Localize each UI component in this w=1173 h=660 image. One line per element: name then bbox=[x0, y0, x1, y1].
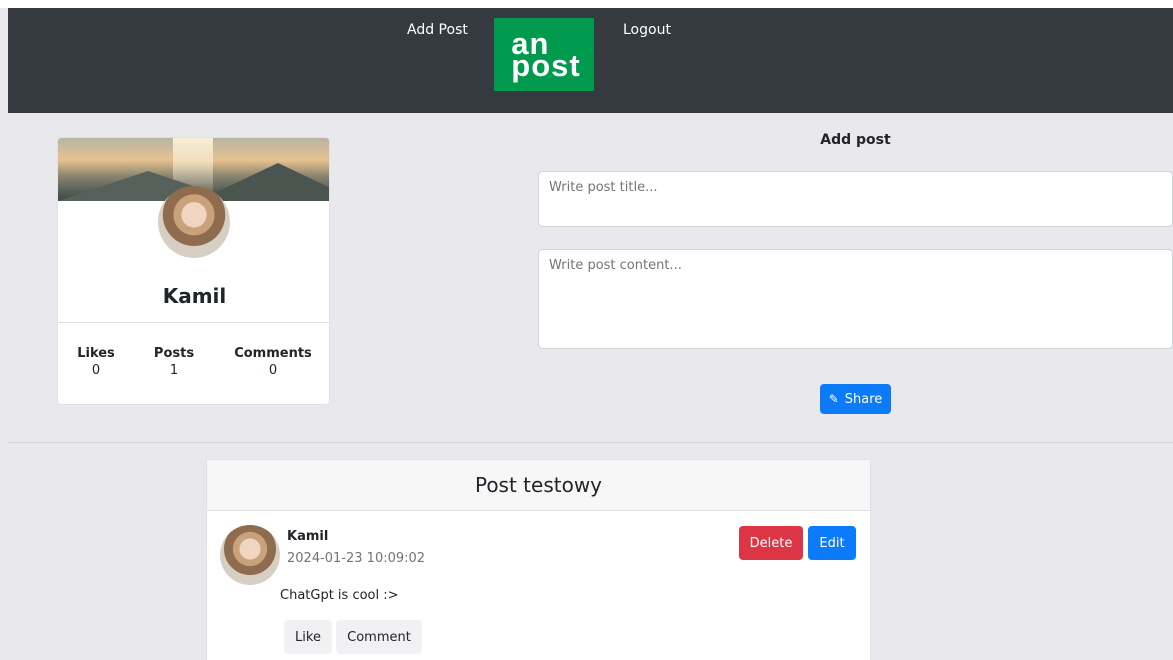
pencil-icon: ✎ bbox=[828, 392, 839, 406]
delete-post-button[interactable]: Delete bbox=[739, 526, 803, 560]
profile-card: Kamil Likes 0 Posts 1 Comments 0 bbox=[57, 137, 330, 405]
stat-comments: Comments 0 bbox=[230, 346, 316, 378]
post-author-avatar bbox=[220, 525, 280, 585]
post-body: ChatGpt is cool :> bbox=[280, 588, 399, 603]
stat-posts: Posts 1 bbox=[148, 346, 200, 378]
post-title-input[interactable] bbox=[538, 171, 1173, 227]
add-post-heading: Add post bbox=[820, 132, 891, 148]
stat-likes-value: 0 bbox=[91, 363, 101, 378]
nav-logout-link[interactable]: Logout bbox=[623, 22, 671, 38]
section-divider bbox=[8, 442, 1173, 443]
stat-comments-label: Comments bbox=[234, 346, 312, 361]
window-top-strip bbox=[0, 0, 1173, 8]
share-label: Share bbox=[844, 391, 883, 407]
top-navbar: Add Post an post Logout bbox=[8, 8, 1173, 113]
post-date: 2024-01-23 10:09:02 bbox=[287, 551, 426, 566]
comment-button[interactable]: Comment bbox=[336, 620, 422, 654]
stat-posts-value: 1 bbox=[169, 363, 179, 378]
stat-posts-label: Posts bbox=[153, 346, 195, 361]
share-button[interactable]: ✎ Share bbox=[820, 384, 891, 414]
profile-divider bbox=[58, 322, 329, 323]
post-author-name: Kamil bbox=[287, 529, 329, 544]
stat-likes: Likes 0 bbox=[72, 346, 120, 378]
stat-comments-value: 0 bbox=[268, 363, 278, 378]
stat-likes-label: Likes bbox=[77, 346, 115, 361]
like-button[interactable]: Like bbox=[284, 620, 332, 654]
post-title: Post testowy bbox=[207, 460, 870, 511]
an-post-logo[interactable]: an post bbox=[494, 18, 594, 91]
profile-avatar bbox=[158, 186, 230, 258]
logo-text: an post bbox=[511, 25, 581, 83]
edit-post-button[interactable]: Edit bbox=[808, 526, 856, 560]
profile-name: Kamil bbox=[162, 284, 227, 308]
nav-add-post-link[interactable]: Add Post bbox=[407, 22, 468, 38]
post-content-input[interactable] bbox=[538, 249, 1173, 349]
